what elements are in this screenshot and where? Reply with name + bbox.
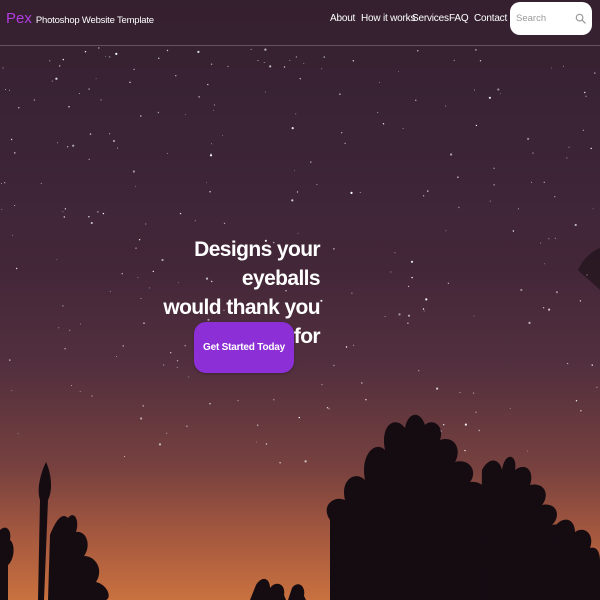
nav-link-contact[interactable]: Contact bbox=[474, 13, 507, 24]
brand-logo[interactable]: Pex Photoshop Website Template bbox=[6, 10, 154, 27]
nav-link-how-it-works[interactable]: How it works bbox=[361, 13, 415, 24]
nav-link-services[interactable]: Services bbox=[412, 13, 449, 24]
search-input[interactable] bbox=[516, 13, 574, 24]
brand-name: Pex bbox=[6, 10, 32, 27]
hero-headline-line1: Designs your eyeballs bbox=[194, 238, 320, 290]
nav-link-about[interactable]: About bbox=[330, 13, 355, 24]
search-box bbox=[510, 2, 592, 35]
search-icon[interactable] bbox=[575, 13, 586, 24]
top-navbar: Pex Photoshop Website Template About How… bbox=[0, 0, 600, 46]
get-started-button[interactable]: Get Started Today bbox=[194, 322, 294, 373]
nav-link-faq[interactable]: FAQ bbox=[449, 13, 469, 24]
brand-tagline: Photoshop Website Template bbox=[35, 15, 154, 26]
